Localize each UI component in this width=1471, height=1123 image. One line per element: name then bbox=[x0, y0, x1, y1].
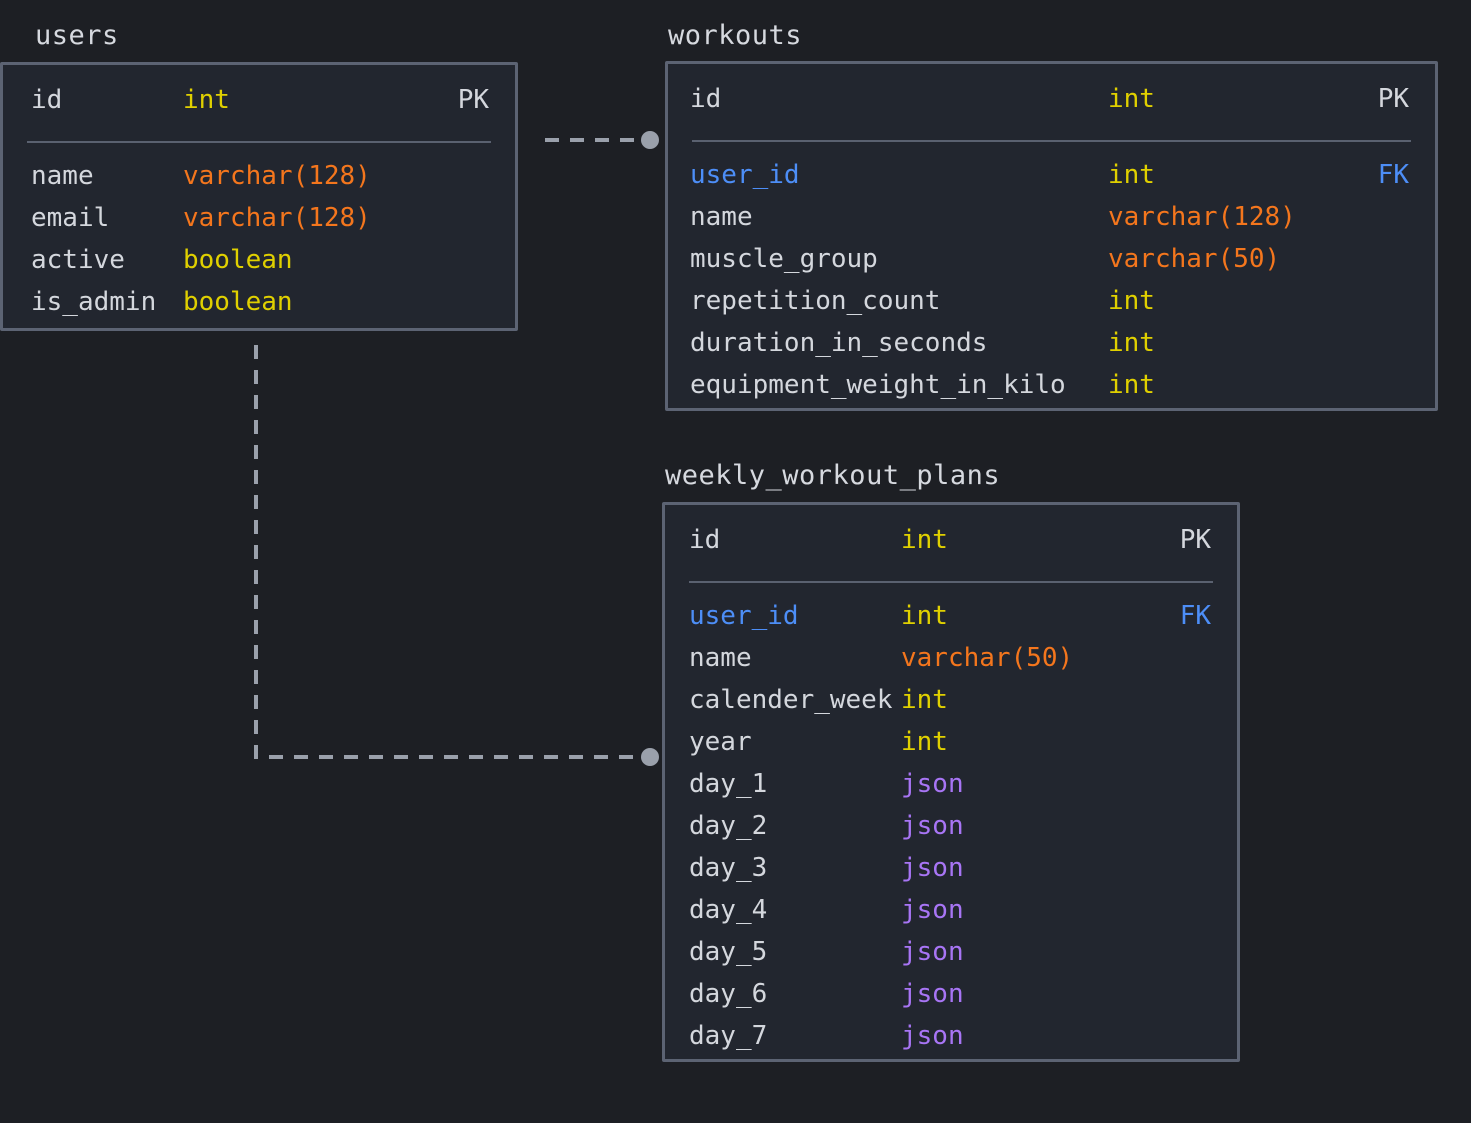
entity-box-users[interactable]: id int PK name varchar(128) email varcha… bbox=[0, 62, 518, 331]
relationship-endpoint-workouts bbox=[641, 131, 659, 149]
column-name: day_5 bbox=[689, 937, 768, 967]
column-name: id bbox=[690, 84, 722, 114]
column-key: PK bbox=[1377, 84, 1409, 114]
column-name: day_7 bbox=[689, 1021, 768, 1051]
column-type: json bbox=[901, 937, 964, 967]
table-row[interactable]: day_6 json bbox=[665, 981, 1237, 1023]
column-type: json bbox=[901, 853, 964, 883]
column-type: int bbox=[1108, 84, 1155, 114]
column-name: duration_in_seconds bbox=[690, 328, 988, 358]
entity-header-users: id int PK bbox=[3, 65, 515, 117]
column-name: user_id bbox=[689, 601, 799, 631]
column-type: json bbox=[901, 1021, 964, 1051]
column-type: int bbox=[901, 685, 948, 715]
column-name: id bbox=[31, 85, 63, 115]
column-type: int bbox=[1108, 286, 1155, 316]
table-row[interactable]: calender_week int bbox=[665, 687, 1237, 729]
column-key: FK bbox=[1179, 601, 1211, 631]
table-row[interactable]: day_3 json bbox=[665, 855, 1237, 897]
column-type: boolean bbox=[183, 245, 293, 275]
column-type: json bbox=[901, 895, 964, 925]
table-row[interactable]: day_1 json bbox=[665, 771, 1237, 813]
table-row[interactable]: is_admin boolean bbox=[3, 289, 515, 331]
table-row[interactable]: equipment_weight_in_kilo int bbox=[668, 372, 1435, 414]
table-row[interactable]: name varchar(50) bbox=[665, 645, 1237, 687]
entity-title-weekly-workout-plans: weekly_workout_plans bbox=[665, 460, 1001, 491]
table-row[interactable]: active boolean bbox=[3, 247, 515, 289]
column-type: json bbox=[901, 769, 964, 799]
column-type: json bbox=[901, 811, 964, 841]
column-type: varchar(128) bbox=[183, 203, 371, 233]
column-type: int bbox=[183, 85, 230, 115]
column-key: PK bbox=[457, 85, 489, 115]
column-type: json bbox=[901, 979, 964, 1009]
column-name: calender_week bbox=[689, 685, 893, 715]
entity-columns-users: name varchar(128) email varchar(128) act… bbox=[3, 143, 515, 353]
column-name: name bbox=[690, 202, 753, 232]
column-name: is_admin bbox=[31, 287, 157, 317]
column-key: FK bbox=[1377, 160, 1409, 190]
column-name: equipment_weight_in_kilo bbox=[690, 370, 1066, 400]
table-row[interactable]: day_5 json bbox=[665, 939, 1237, 981]
column-name: day_3 bbox=[689, 853, 768, 883]
column-key: PK bbox=[1179, 525, 1211, 555]
column-type: int bbox=[1108, 328, 1155, 358]
table-row[interactable]: day_2 json bbox=[665, 813, 1237, 855]
column-type: int bbox=[901, 727, 948, 757]
column-type: int bbox=[1108, 370, 1155, 400]
column-name: name bbox=[689, 643, 752, 673]
column-type: int bbox=[901, 525, 948, 555]
relationship-users-weekly-workout-plans bbox=[254, 345, 643, 759]
column-name: day_2 bbox=[689, 811, 768, 841]
table-row[interactable]: repetition_count int bbox=[668, 288, 1435, 330]
table-row[interactable]: user_id int FK bbox=[668, 162, 1435, 204]
column-name: user_id bbox=[690, 160, 800, 190]
column-name: name bbox=[31, 161, 94, 191]
table-row[interactable]: id int PK bbox=[3, 87, 515, 117]
entity-weekly-workout-plans[interactable]: weekly_workout_plans id int PK user_id i… bbox=[662, 462, 1240, 1062]
entity-title-workouts: workouts bbox=[668, 20, 803, 51]
column-name: active bbox=[31, 245, 125, 275]
column-name: day_1 bbox=[689, 769, 768, 799]
table-row[interactable]: id int PK bbox=[668, 86, 1435, 116]
column-name: id bbox=[689, 525, 721, 555]
column-type: boolean bbox=[183, 287, 293, 317]
table-row[interactable]: year int bbox=[665, 729, 1237, 771]
entity-columns-weekly-workout-plans: user_id int FK name varchar(50) calender… bbox=[665, 583, 1237, 1087]
table-row[interactable]: name varchar(128) bbox=[3, 163, 515, 205]
column-name: year bbox=[689, 727, 752, 757]
table-row[interactable]: duration_in_seconds int bbox=[668, 330, 1435, 372]
column-name: email bbox=[31, 203, 110, 233]
table-row[interactable]: id int PK bbox=[665, 527, 1237, 557]
relationship-endpoint-weekly-workout-plans bbox=[641, 748, 659, 766]
table-row[interactable]: user_id int FK bbox=[665, 603, 1237, 645]
column-name: muscle_group bbox=[690, 244, 878, 274]
column-type: varchar(128) bbox=[1108, 202, 1296, 232]
column-type: varchar(50) bbox=[1108, 244, 1281, 274]
column-type: int bbox=[1108, 160, 1155, 190]
column-type: varchar(128) bbox=[183, 161, 371, 191]
column-type: int bbox=[901, 601, 948, 631]
table-row[interactable]: email varchar(128) bbox=[3, 205, 515, 247]
table-row[interactable]: name varchar(128) bbox=[668, 204, 1435, 246]
entity-header-workouts: id int PK bbox=[668, 64, 1435, 116]
table-row[interactable]: day_4 json bbox=[665, 897, 1237, 939]
column-name: day_6 bbox=[689, 979, 768, 1009]
column-type: varchar(50) bbox=[901, 643, 1074, 673]
column-name: day_4 bbox=[689, 895, 768, 925]
column-name: repetition_count bbox=[690, 286, 941, 316]
entity-users[interactable]: users id int PK name varchar(128) email … bbox=[0, 22, 518, 331]
er-diagram-canvas: users id int PK name varchar(128) email … bbox=[0, 0, 1471, 1123]
entity-workouts[interactable]: workouts id int PK user_id int FK name v… bbox=[665, 22, 1438, 411]
table-row[interactable]: muscle_group varchar(50) bbox=[668, 246, 1435, 288]
entity-header-weekly-workout-plans: id int PK bbox=[665, 505, 1237, 557]
table-row[interactable]: day_7 json bbox=[665, 1023, 1237, 1065]
entity-box-workouts[interactable]: id int PK user_id int FK name varchar(12… bbox=[665, 61, 1438, 411]
entity-title-users: users bbox=[35, 20, 119, 51]
entity-box-weekly-workout-plans[interactable]: id int PK user_id int FK name varchar(50… bbox=[662, 502, 1240, 1062]
entity-columns-workouts: user_id int FK name varchar(128) muscle_… bbox=[668, 142, 1435, 436]
